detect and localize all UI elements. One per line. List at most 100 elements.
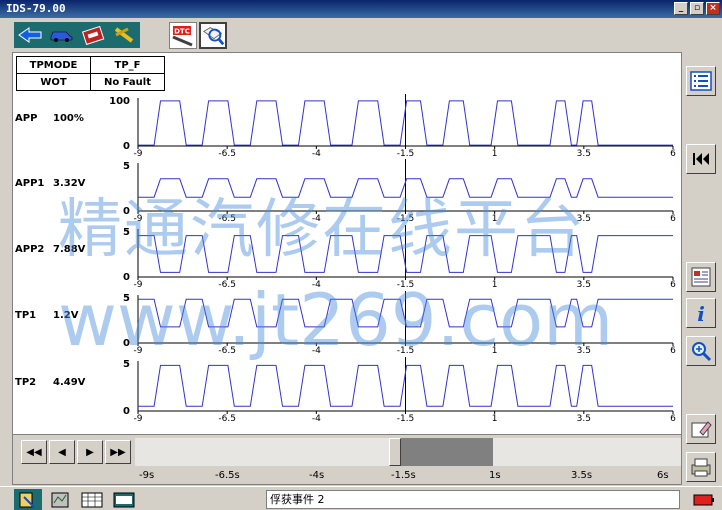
minimize-button[interactable]: _ — [674, 2, 688, 15]
x-tick-label: 1 — [492, 214, 498, 224]
y-min-label: 0 — [123, 206, 130, 217]
y-min-label: 0 — [123, 406, 130, 417]
connection-status[interactable] — [690, 489, 718, 510]
monitor-tab-icon — [51, 492, 69, 508]
x-tick-label: -1.5 — [397, 414, 415, 424]
y-max-label: 5 — [123, 227, 130, 238]
timeline-label: 6s — [657, 470, 669, 481]
back-arrow-icon[interactable] — [15, 23, 45, 47]
eraser-icon — [691, 421, 712, 438]
x-tick-label: 3.5 — [577, 346, 591, 356]
x-tick-label: 1 — [492, 149, 498, 159]
x-tick-label: -4 — [312, 149, 321, 159]
datalogger-tab-icon — [19, 492, 35, 508]
y-max-label: 5 — [123, 359, 130, 370]
x-tick-label: -1.5 — [397, 149, 415, 159]
x-tick-label: -6.5 — [218, 414, 236, 424]
window-title: IDS-79.00 — [6, 2, 66, 15]
x-tick-label: 1 — [492, 414, 498, 424]
dtc-button[interactable]: DTC — [169, 22, 197, 49]
x-tick-label: 6 — [670, 414, 676, 424]
nav-group — [14, 22, 140, 48]
recorder-tab-icon — [113, 492, 135, 508]
vehicle-icon[interactable] — [47, 23, 77, 47]
x-tick-label: 3.5 — [577, 214, 591, 224]
step-back-button[interactable]: ◀ — [49, 440, 75, 464]
x-tick-label: 3.5 — [577, 414, 591, 424]
x-tick-label: 6 — [670, 149, 676, 159]
tab-datalogger[interactable] — [14, 489, 42, 510]
timeline-label: -9s — [139, 470, 155, 481]
x-tick-label: 1 — [492, 346, 498, 356]
view-window[interactable] — [397, 438, 493, 466]
rewind-button[interactable]: ◀◀ — [21, 440, 47, 464]
zoom-button[interactable] — [686, 336, 716, 366]
trace-label: APP1 — [15, 178, 44, 189]
x-tick-label: -9 — [134, 414, 143, 424]
tab-grid[interactable] — [78, 489, 106, 510]
x-tick-label: 3.5 — [577, 280, 591, 290]
close-button[interactable]: × — [706, 2, 720, 15]
timeline-cursor-handle[interactable] — [389, 438, 401, 466]
report-button[interactable] — [686, 262, 716, 292]
pid-list-button[interactable] — [686, 66, 716, 96]
traces-graph[interactable]: APP 100%1000-9 -6.5 -4 -1.5 1 3.5 6APP1 3.32V50-… — [13, 53, 681, 433]
trace-value: 4.49V — [53, 377, 86, 388]
timeline-label: -4s — [309, 470, 325, 481]
tab-recorder[interactable] — [110, 489, 138, 510]
trace-value: 1.2V — [53, 310, 79, 321]
trace-value: 3.32V — [53, 178, 86, 189]
toolbox-icon[interactable] — [78, 23, 108, 47]
main-toolbar: DTC — [0, 18, 722, 51]
x-tick-label: -6.5 — [218, 280, 236, 290]
trace-label: TP1 — [15, 310, 36, 321]
clear-button[interactable] — [686, 414, 716, 444]
svg-text:DTC: DTC — [174, 28, 190, 36]
x-tick-label: -6.5 — [218, 149, 236, 159]
info-button[interactable]: i — [686, 298, 716, 328]
y-min-label: 0 — [123, 141, 130, 152]
svg-text:i: i — [697, 302, 705, 324]
list-icon — [690, 71, 712, 91]
y-min-label: 0 — [123, 272, 130, 283]
grid-tab-icon — [81, 492, 103, 508]
x-tick-label: -6.5 — [218, 346, 236, 356]
x-tick-label: -9 — [134, 214, 143, 224]
x-tick-label: 6 — [670, 346, 676, 356]
x-tick-label: -1.5 — [397, 214, 415, 224]
fast-forward-button[interactable]: ▶▶ — [105, 440, 131, 464]
print-button[interactable] — [686, 452, 716, 482]
y-max-label: 5 — [123, 161, 130, 172]
x-tick-label: -4 — [312, 214, 321, 224]
x-tick-label: -1.5 — [397, 346, 415, 356]
status-message: 俘获事件 2 — [266, 490, 680, 509]
x-tick-label: -9 — [134, 346, 143, 356]
y-max-label: 100 — [109, 96, 130, 107]
y-min-label: 0 — [123, 338, 130, 349]
trace-value: 100% — [53, 113, 84, 124]
tools-icon[interactable] — [110, 23, 140, 47]
datalogger-button[interactable] — [199, 22, 227, 49]
timeline-label: 1s — [489, 470, 501, 481]
restore-button[interactable]: ▫ — [690, 2, 704, 15]
timeline-label: -6.5s — [215, 470, 240, 481]
tab-monitor[interactable] — [46, 489, 74, 510]
right-toolbar: i — [684, 52, 720, 485]
x-tick-label: -9 — [134, 149, 143, 159]
dtc-icon: DTC — [172, 26, 193, 47]
playback-bar: ◀◀ ◀ ▶ ▶▶ -9s -6.5s -4s -1.5s 1s 3.5s 6s — [13, 434, 681, 484]
datalogger-panel: TPMODE TP_F WOT No Fault APP 100% 100 0 -9 -6… — [12, 52, 682, 485]
trace-label: APP — [15, 113, 37, 124]
y-max-label: 5 — [123, 293, 130, 304]
step-forward-button[interactable]: ▶ — [77, 440, 103, 464]
x-tick-label: -1.5 — [397, 280, 415, 290]
timeline-track[interactable] — [135, 438, 681, 466]
trace-value: 7.88V — [53, 244, 86, 255]
x-tick-label: 6 — [670, 214, 676, 224]
timeline-label: -1.5s — [391, 470, 416, 481]
info-icon: i — [697, 302, 705, 324]
x-tick-label: 1 — [492, 280, 498, 290]
skip-to-start-button[interactable] — [686, 144, 716, 174]
magnifier-icon — [692, 342, 712, 362]
printer-icon — [691, 458, 711, 477]
